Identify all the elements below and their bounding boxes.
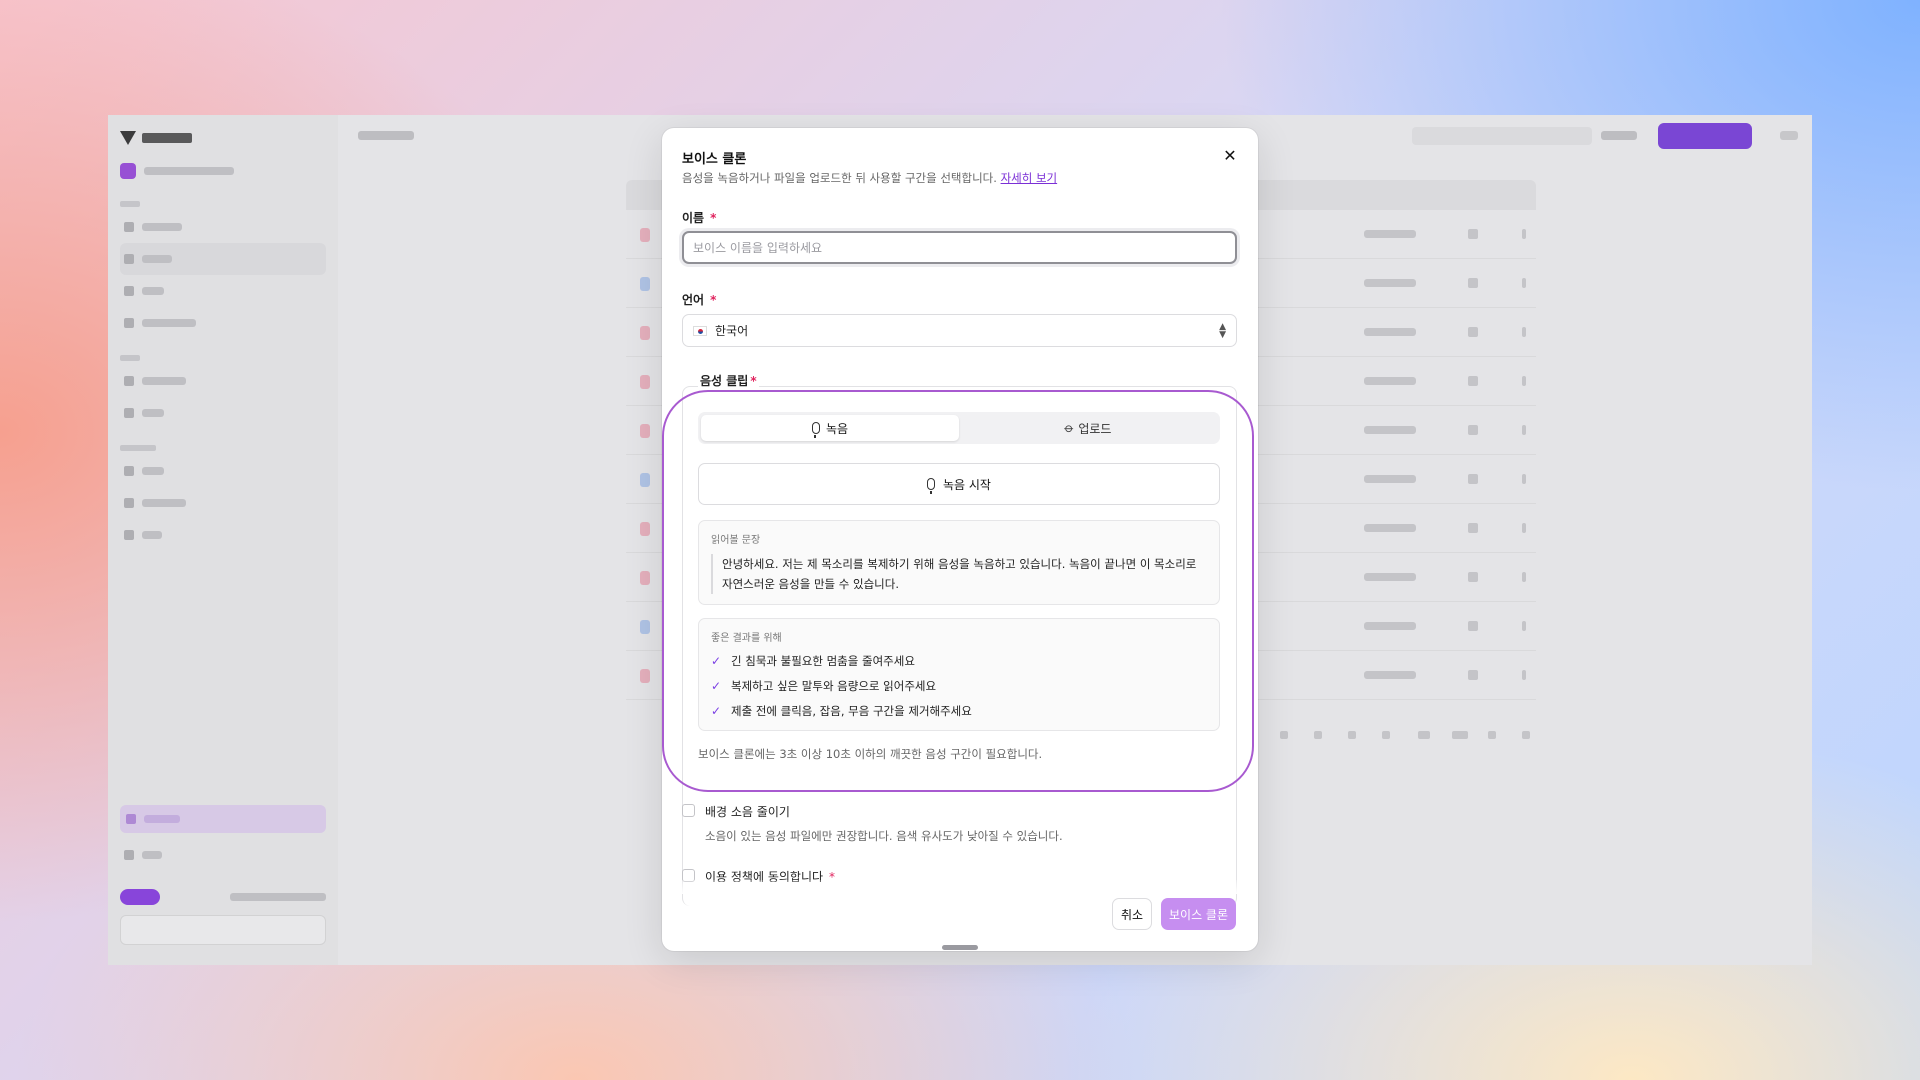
tip-item: ✓ 긴 침묵과 불필요한 멈춤을 줄여주세요: [711, 648, 1207, 673]
learn-more-link[interactable]: 자세히 보기: [1001, 171, 1058, 185]
chevron-updown-icon: ▲ ▼: [1219, 321, 1226, 340]
voice-clone-dialog: 보이스 클론 음성을 녹음하거나 파일을 업로드한 뒤 사용할 구간을 선택합니…: [662, 128, 1258, 951]
resize-handle[interactable]: [942, 945, 978, 950]
required-mark: *: [710, 211, 717, 225]
language-select[interactable]: 한국어 ▲ ▼: [682, 314, 1237, 347]
noise-reduction-label: 배경 소음 줄이기: [705, 805, 790, 819]
dialog-subtitle-text: 음성을 녹음하거나 파일을 업로드한 뒤 사용할 구간을 선택합니다.: [682, 171, 997, 185]
reading-script-heading: 읽어볼 문장: [711, 535, 761, 546]
tab-upload-label: 업로드: [1078, 421, 1112, 436]
microphone-icon: [927, 478, 935, 494]
check-icon: ✓: [711, 703, 722, 718]
start-recording-button[interactable]: 녹음 시작: [698, 463, 1220, 505]
language-label-text: 언어: [682, 293, 705, 307]
clip-source-tabs: 녹음 ⌀ 업로드: [698, 412, 1220, 444]
korea-flag-icon: [693, 325, 707, 336]
noise-reduction-description: 소음이 있는 음성 파일에만 권장합니다. 음색 유사도가 낮아질 수 있습니다…: [705, 829, 1063, 843]
tip-text: 복제하고 싶은 말투와 음량으로 읽어주세요: [731, 678, 937, 693]
tips-heading: 좋은 결과를 위해: [711, 633, 782, 644]
language-select-value: 한국어: [715, 324, 749, 338]
noise-reduction-checkbox[interactable]: [682, 804, 695, 817]
tip-text: 긴 침묵과 불필요한 멈춤을 줄여주세요: [731, 653, 915, 668]
dialog-subtitle: 음성을 녹음하거나 파일을 업로드한 뒤 사용할 구간을 선택합니다. 자세히 …: [682, 170, 1057, 186]
tab-record-label: 녹음: [825, 421, 849, 436]
required-mark: *: [750, 374, 757, 388]
dialog-title: 보이스 클론: [682, 152, 747, 167]
check-icon: ✓: [711, 678, 722, 693]
tip-text: 제출 전에 클릭음, 잡음, 무음 구간을 제거해주세요: [731, 703, 972, 718]
tab-record[interactable]: 녹음: [701, 415, 959, 441]
name-label: 이름 *: [682, 209, 716, 226]
tab-upload[interactable]: ⌀ 업로드: [959, 415, 1217, 441]
name-label-text: 이름: [682, 211, 705, 225]
microphone-icon: [811, 422, 820, 438]
check-icon: ✓: [711, 653, 722, 668]
tip-item: ✓ 복제하고 싶은 말투와 음량으로 읽어주세요: [711, 673, 1207, 698]
reading-script-card: 읽어볼 문장 안녕하세요. 저는 제 목소리를 복제하기 위해 음성을 녹음하고…: [698, 520, 1220, 605]
voice-name-input[interactable]: [682, 231, 1237, 264]
language-label: 언어 *: [682, 291, 716, 308]
noise-reduction-option: 배경 소음 줄이기 소음이 있는 음성 파일에만 권장합니다. 음색 유사도가 …: [682, 803, 1063, 844]
start-recording-label: 녹음 시작: [943, 477, 991, 492]
reading-script-text: 안녕하세요. 저는 제 목소리를 복제하기 위해 음성을 녹음하고 있습니다. …: [711, 554, 1207, 594]
cancel-button[interactable]: 취소: [1112, 898, 1152, 930]
tip-item: ✓ 제출 전에 클릭음, 잡음, 무음 구간을 제거해주세요: [711, 698, 1207, 723]
voice-clip-label: 음성 클립 *: [698, 372, 759, 389]
scroll-fade: [662, 880, 1258, 894]
clip-requirement-note: 보이스 클론에는 3초 이상 10초 이하의 깨끗한 음성 구간이 필요합니다.: [698, 747, 1043, 761]
required-mark: *: [710, 293, 717, 307]
close-icon[interactable]: ✕: [1220, 146, 1240, 166]
tips-card: 좋은 결과를 위해 ✓ 긴 침묵과 불필요한 멈춤을 줄여주세요 ✓ 복제하고 싶은…: [698, 618, 1220, 731]
voice-clip-label-text: 음성 클립: [700, 374, 749, 388]
paperclip-icon: ⌀: [1060, 419, 1077, 437]
voice-clone-submit-button[interactable]: 보이스 클론: [1161, 898, 1236, 930]
